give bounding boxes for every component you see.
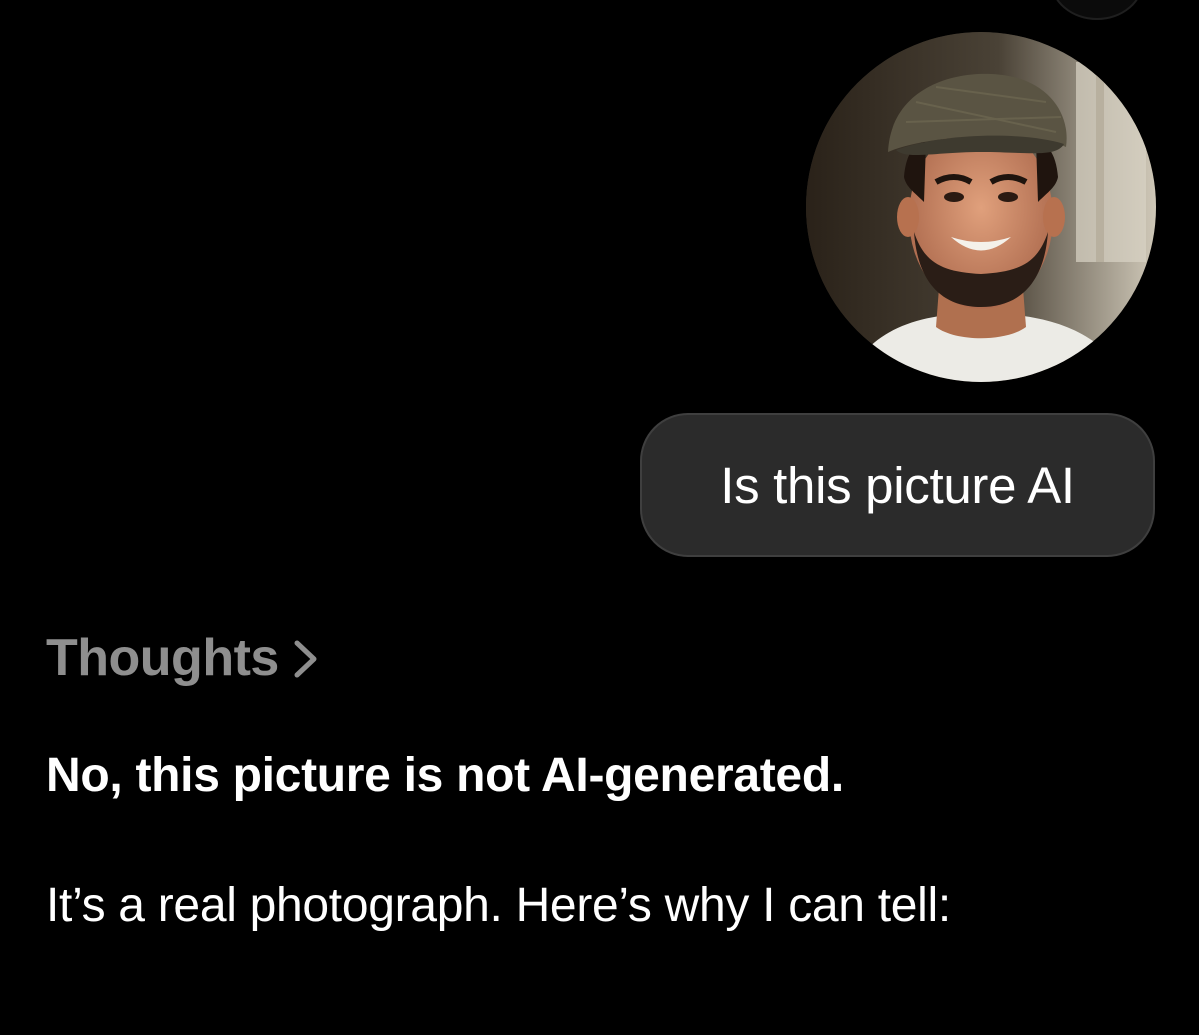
- user-message-bubble[interactable]: Is this picture AI: [640, 413, 1155, 557]
- thoughts-toggle[interactable]: Thoughts: [46, 628, 319, 688]
- attached-photo[interactable]: [806, 32, 1156, 382]
- answer-body: It’s a real photograph. Here’s why I can…: [46, 879, 951, 932]
- man-portrait-photo-icon: [806, 32, 1156, 382]
- answer-heading: No, this picture is not AI-generated.: [46, 749, 844, 802]
- user-message-text: Is this picture AI: [720, 456, 1075, 514]
- thoughts-label: Thoughts: [46, 629, 279, 687]
- scroll-button-partial[interactable]: [1050, 0, 1144, 20]
- chevron-right-icon: [293, 639, 319, 684]
